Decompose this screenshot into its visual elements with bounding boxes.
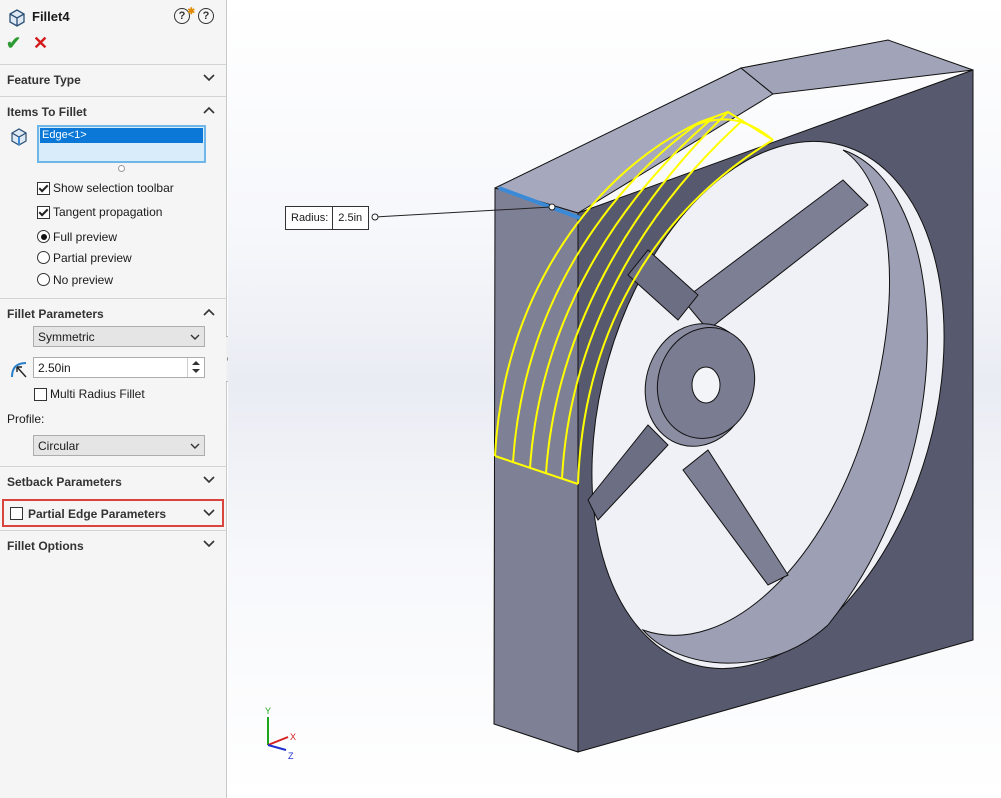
section-fillet-options[interactable]: Fillet Options	[0, 530, 226, 558]
chevron-up-icon	[203, 308, 215, 316]
dropdown-value: Circular	[38, 439, 80, 453]
callout-anchor-icon	[548, 203, 556, 211]
triad-x-label: X	[290, 732, 296, 742]
radius-input[interactable]: 2.50in	[33, 357, 205, 378]
chevron-up-icon	[203, 106, 215, 114]
radius-spinner[interactable]	[187, 358, 204, 377]
option-label: Show selection toolbar	[53, 181, 174, 195]
option-label: Multi Radius Fillet	[50, 387, 145, 401]
ok-button[interactable]: ✔	[6, 34, 21, 52]
show-selection-toolbar-checkbox[interactable]	[37, 182, 50, 195]
section-partial-edge-parameters[interactable]: Partial Edge Parameters	[2, 499, 224, 527]
chevron-down-icon	[190, 443, 200, 449]
triad-x-axis	[267, 736, 289, 746]
help-glyph: ?	[178, 10, 186, 22]
section-feature-type[interactable]: Feature Type	[0, 64, 226, 92]
triad-z-axis	[267, 744, 287, 751]
new-star-icon: ✱	[187, 6, 195, 16]
tangent-propagation-checkbox[interactable]	[37, 206, 50, 219]
section-label: Partial Edge Parameters	[28, 507, 167, 521]
chevron-down-icon	[203, 74, 215, 82]
hub-hole[interactable]	[691, 366, 721, 404]
multi-radius-fillet-checkbox[interactable]	[34, 388, 47, 401]
radius-icon	[11, 362, 27, 378]
feature-title: Fillet4	[32, 9, 70, 24]
spin-up-icon[interactable]	[192, 361, 200, 365]
option-label: Tangent propagation	[53, 205, 163, 219]
section-setback-parameters[interactable]: Setback Parameters	[0, 466, 226, 494]
section-label: Fillet Parameters	[7, 307, 104, 321]
triad-y-label: Y	[265, 706, 271, 716]
section-label: Setback Parameters	[7, 475, 122, 489]
section-items-to-fillet[interactable]: Items To Fillet	[0, 96, 226, 124]
full-preview-radio[interactable]	[37, 230, 50, 243]
profile-label: Profile:	[7, 412, 45, 426]
partial-edge-parameters-checkbox[interactable]	[10, 507, 23, 520]
axis-triad: Y X Z	[265, 706, 296, 761]
fillet-feature-icon	[9, 9, 25, 27]
fillet-property-manager: Fillet4 ? ✱ ? ✔ ✕ Feature Type Items To F…	[0, 0, 227, 798]
section-label: Feature Type	[7, 73, 81, 87]
chevron-down-icon	[203, 509, 215, 517]
radius-callout[interactable]: Radius: 2.5in	[285, 206, 370, 230]
edges-selection-icon	[11, 128, 27, 146]
cancel-button[interactable]: ✕	[33, 34, 48, 52]
radius-value[interactable]: 2.50in	[38, 361, 71, 375]
section-fillet-parameters[interactable]: Fillet Parameters	[0, 298, 226, 326]
chevron-down-icon	[190, 334, 200, 340]
option-label: Partial preview	[53, 251, 132, 265]
model-view[interactable]: Y X Z	[228, 0, 1001, 798]
resize-grip[interactable]	[118, 165, 125, 172]
callout-value[interactable]: 2.5in	[332, 207, 368, 229]
items-selection-box[interactable]: Edge<1>	[37, 125, 206, 163]
property-manager-header: Fillet4 ? ✱ ?	[6, 6, 222, 28]
spin-down-icon[interactable]	[192, 369, 200, 373]
callout-handle-icon[interactable]	[371, 213, 379, 221]
section-label: Items To Fillet	[7, 105, 87, 119]
dropdown-value: Symmetric	[38, 330, 95, 344]
help-icon[interactable]: ?	[198, 8, 214, 24]
selected-edge-item[interactable]: Edge<1>	[40, 128, 203, 143]
section-label: Fillet Options	[7, 539, 84, 553]
callout-label: Radius:	[291, 212, 329, 224]
triad-z-label: Z	[288, 751, 294, 761]
option-label: No preview	[53, 273, 114, 287]
graphics-area[interactable]: Y X Z Radius: 2.5in	[228, 0, 1001, 798]
option-label: Full preview	[53, 230, 118, 244]
chevron-down-icon	[203, 476, 215, 484]
help-glyph: ?	[202, 10, 210, 22]
fillet-method-dropdown[interactable]: Symmetric	[33, 326, 205, 347]
whats-new-help-icon[interactable]: ? ✱	[174, 6, 195, 24]
partial-preview-radio[interactable]	[37, 251, 50, 264]
no-preview-radio[interactable]	[37, 273, 50, 286]
profile-dropdown[interactable]: Circular	[33, 435, 205, 456]
chevron-down-icon	[203, 540, 215, 548]
